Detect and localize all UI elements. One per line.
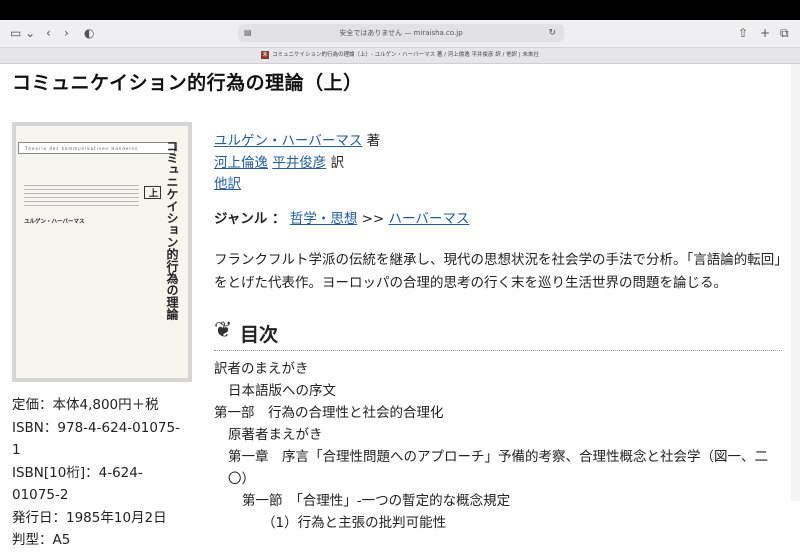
tab-bar[interactable]: 未コミュニケイション的行為の理論（上）- ユルゲン・ハーバーマス 著 / 河上倫…: [0, 48, 800, 64]
toc-item: 原著者まえがき: [228, 427, 323, 443]
genre-link-habermas[interactable]: ハーバーマス: [389, 211, 470, 227]
publish-date: 発行日：1985年10月2日: [12, 509, 167, 526]
book-description: フランクフルト学派の伝統を継承し、現代の思想状況を社会学の手法で分析。「言語論的…: [214, 252, 781, 291]
toc-item: 第一章 序言「合理性問題へのアプローチ」予備的考察、合理性概念と社会学（図一、二…: [228, 449, 768, 487]
cover-author: ユルゲン・ハーバーマス: [24, 219, 85, 225]
book-cover-image: Theorie des kommunikativen Handelns ユルゲン…: [12, 122, 192, 382]
tab-title[interactable]: コミュニケイション的行為の理論（上）- ユルゲン・ハーバーマス 著 / 河上倫逸…: [272, 52, 539, 58]
browser-toolbar: ▭ ⌄ ‹ › ◐ ▤ 安全ではありません — miraisha.co.jp ↻…: [0, 20, 800, 48]
toc-title: 目次: [240, 324, 279, 346]
translator-suffix: 訳: [330, 154, 345, 171]
cover-title: コミュニケイション的行為の理論: [165, 140, 179, 320]
cover-face: Theorie des kommunikativen Handelns ユルゲン…: [16, 126, 188, 378]
author-link[interactable]: ユルゲン・ハーバーマス: [214, 133, 362, 149]
other-translators-link[interactable]: 他訳: [214, 176, 241, 192]
credits: ユルゲン・ハーバーマス 著 河上倫逸 平井俊彦 訳 他訳: [214, 131, 380, 196]
translator-link-1[interactable]: 河上倫逸: [214, 155, 268, 171]
translator-link-2[interactable]: 平井俊彦: [272, 155, 326, 171]
genre-link-philosophy[interactable]: 哲学・思想: [290, 211, 358, 227]
share-icon[interactable]: ⇧: [738, 25, 748, 41]
cover-volume: 上: [144, 186, 161, 199]
page-title: コミュニケイション的行為の理論（上）: [12, 72, 363, 94]
genre-separator: >>: [361, 211, 385, 227]
address-text: 安全ではありません — miraisha.co.jp: [339, 29, 463, 37]
forward-icon[interactable]: ›: [64, 25, 69, 41]
toc-item: 訳者のまえがき: [214, 361, 309, 377]
reload-icon[interactable]: ↻: [548, 24, 556, 42]
shield-icon[interactable]: ◐: [84, 25, 94, 41]
toc-item: （1）行為と主張の批判可能性: [262, 515, 447, 531]
page-icon: ▤: [244, 28, 252, 37]
cover-header-text: Theorie des kommunikativen Handelns: [25, 146, 139, 151]
isbn10-line-2: 01075-2: [12, 487, 69, 503]
cover-header-band: Theorie des kommunikativen Handelns: [18, 142, 175, 154]
system-top-bar: [0, 0, 800, 20]
author-suffix: 著: [366, 133, 381, 149]
scrollbar[interactable]: [791, 64, 800, 501]
toc-item: 第一部 行為の合理性と社会的合理化: [214, 405, 444, 421]
address-bar[interactable]: ▤ 安全ではありません — miraisha.co.jp ↻: [238, 24, 564, 42]
new-tab-icon[interactable]: +: [760, 25, 770, 41]
format: 判型：A5: [12, 532, 71, 548]
favicon-icon: 未: [261, 50, 270, 59]
book-meta: 定価：本体4,800円＋税 ISBN：978-4-624-01075- 1 IS…: [12, 394, 197, 552]
isbn-line-1: ISBN：978-4-624-01075-: [12, 419, 180, 436]
toc-item: 第一節 「合理性」-一つの暫定的な概念規定: [242, 493, 511, 509]
cover-blurb-lines: [24, 182, 139, 206]
isbn-line-2: 1: [12, 442, 21, 458]
isbn10-line-1: ISBN[10桁]：4-624-: [12, 464, 143, 481]
sidebar-toggle-icon[interactable]: ▭ ⌄: [10, 25, 35, 41]
toc-heading: ❦ 目次: [214, 316, 782, 351]
genre-line: ジャンル ： 哲学・思想 >> ハーバーマス: [214, 207, 469, 227]
toc-item: 日本語版への序文: [228, 383, 336, 399]
page-content: コミュニケイション的行為の理論（上） Theorie des kommunika…: [0, 64, 800, 548]
price: 定価：本体4,800円＋税: [12, 397, 159, 413]
leaf-ornament-icon: ❦: [214, 318, 233, 343]
back-icon[interactable]: ‹: [46, 25, 51, 41]
genre-label: ジャンル ：: [214, 211, 286, 227]
toc-list: 訳者のまえがき 日本語版への序文 第一部 行為の合理性と社会的合理化 原著者まえ…: [214, 358, 784, 534]
tabs-overview-icon[interactable]: ⧉: [780, 25, 789, 41]
